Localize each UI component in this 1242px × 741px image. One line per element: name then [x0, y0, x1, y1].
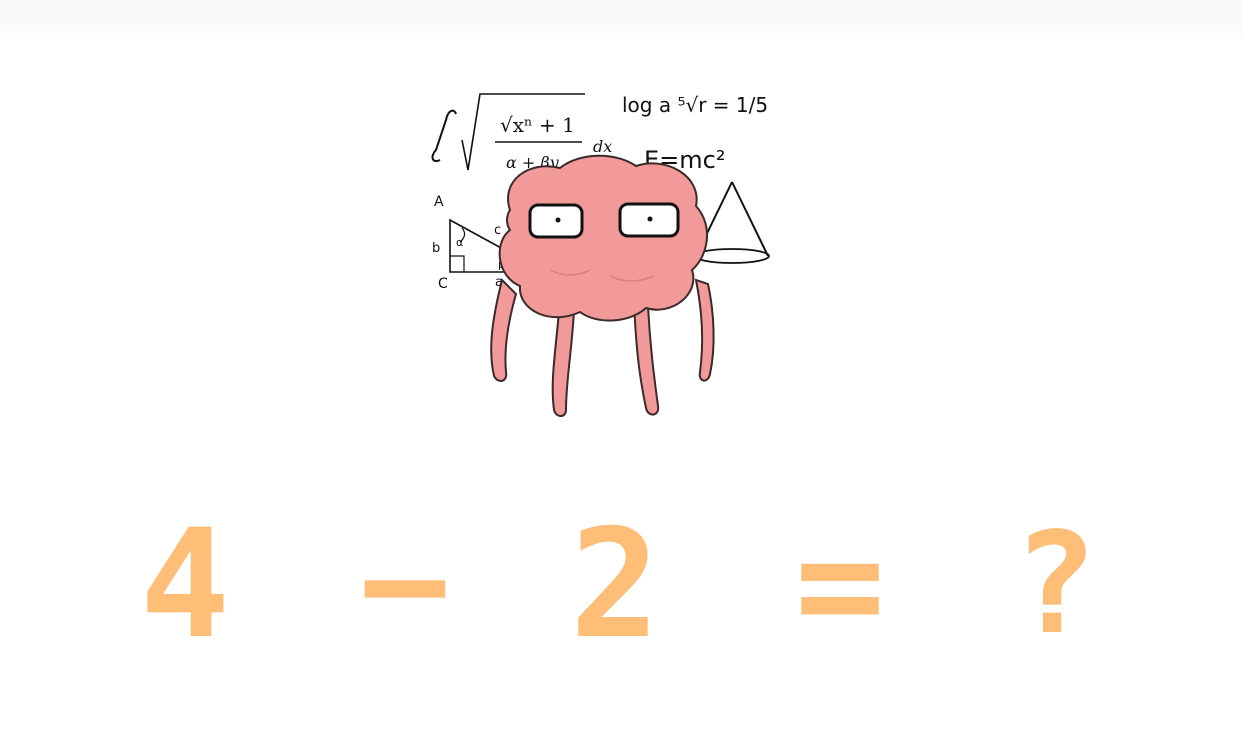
top-bar: [0, 0, 1242, 40]
brain-cartoon-svg: √xⁿ + 1 α + βy dx log a ⁵√r = 1/5 E=mc² …: [431, 93, 770, 417]
svg-text:α: α: [456, 236, 463, 249]
minus-operator: −: [359, 498, 451, 672]
answer-question-mark: ?: [1012, 503, 1098, 666]
svg-text:c: c: [494, 223, 501, 238]
math-equation: 4 − 2 = ?: [0, 498, 1242, 672]
brain-math-illustration: √xⁿ + 1 α + βy dx log a ⁵√r = 1/5 E=mc² …: [410, 80, 790, 430]
integral-dx: dx: [593, 137, 612, 156]
operand-b: 2: [569, 498, 661, 672]
svg-text:A: A: [434, 194, 444, 210]
operand-a: 4: [139, 498, 231, 672]
integral-numerator: √xⁿ + 1: [500, 113, 575, 137]
svg-text:b: b: [432, 241, 440, 256]
brain-character: [490, 154, 715, 417]
equals-sign: =: [794, 498, 886, 672]
log-formula: log a ⁵√r = 1/5: [622, 93, 768, 117]
svg-text:C: C: [438, 276, 448, 292]
